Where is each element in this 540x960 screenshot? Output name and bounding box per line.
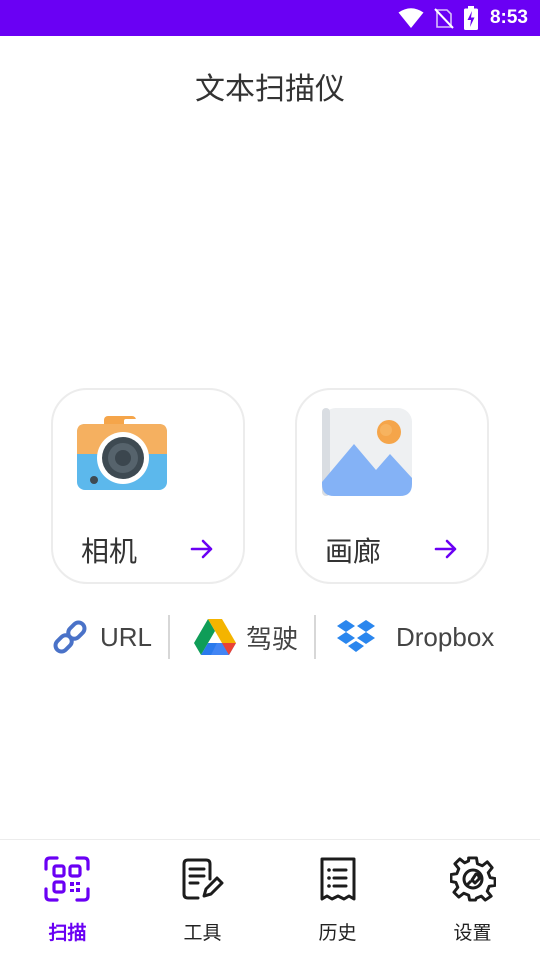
gallery-label: 画廊 — [325, 535, 382, 568]
arrow-right-icon — [434, 539, 457, 559]
status-time: 8:53 — [489, 7, 528, 28]
dropbox-source-button[interactable]: Dropbox — [336, 614, 494, 660]
qr-scan-icon — [44, 856, 90, 902]
nav-scan[interactable]: 扫描 — [0, 840, 135, 960]
import-sources-row: URL 驾驶 Dropbox — [0, 614, 540, 660]
arrow-right-icon — [190, 539, 213, 559]
wifi-icon — [398, 8, 424, 28]
nav-tools[interactable]: 工具 — [135, 840, 270, 960]
history-icon — [320, 857, 356, 901]
nav-settings-label: 设置 — [453, 922, 492, 944]
dropbox-label: Dropbox — [396, 621, 495, 652]
nav-history[interactable]: 历史 — [270, 840, 405, 960]
nav-history-label: 历史 — [318, 922, 357, 944]
nav-tools-label: 工具 — [183, 922, 222, 944]
status-bar: 8:53 — [0, 0, 540, 36]
divider — [168, 615, 170, 659]
url-source-button[interactable]: URL — [50, 614, 152, 660]
link-icon — [53, 620, 87, 654]
bottom-nav: 扫描 工具 历史 设置 — [0, 839, 540, 960]
divider — [314, 615, 316, 659]
dropbox-icon — [337, 620, 375, 652]
camera-card[interactable]: 相机 — [51, 388, 245, 584]
app-title: 文本扫描仪 — [195, 72, 345, 107]
no-sim-icon — [434, 8, 454, 29]
gallery-card[interactable]: 画廊 — [295, 388, 489, 584]
url-label: URL — [100, 621, 153, 652]
google-drive-icon — [194, 619, 236, 655]
nav-settings[interactable]: 设置 — [405, 840, 540, 960]
tools-icon — [182, 858, 224, 900]
gallery-icon — [322, 408, 412, 496]
settings-icon — [450, 856, 496, 902]
battery-charging-icon — [463, 6, 478, 30]
nav-scan-label: 扫描 — [48, 922, 87, 944]
status-icons: 8:53 — [398, 0, 528, 36]
camera-icon — [77, 416, 167, 490]
drive-source-button[interactable]: 驾驶 — [194, 614, 298, 660]
camera-label: 相机 — [81, 535, 138, 568]
drive-label: 驾驶 — [246, 624, 299, 655]
